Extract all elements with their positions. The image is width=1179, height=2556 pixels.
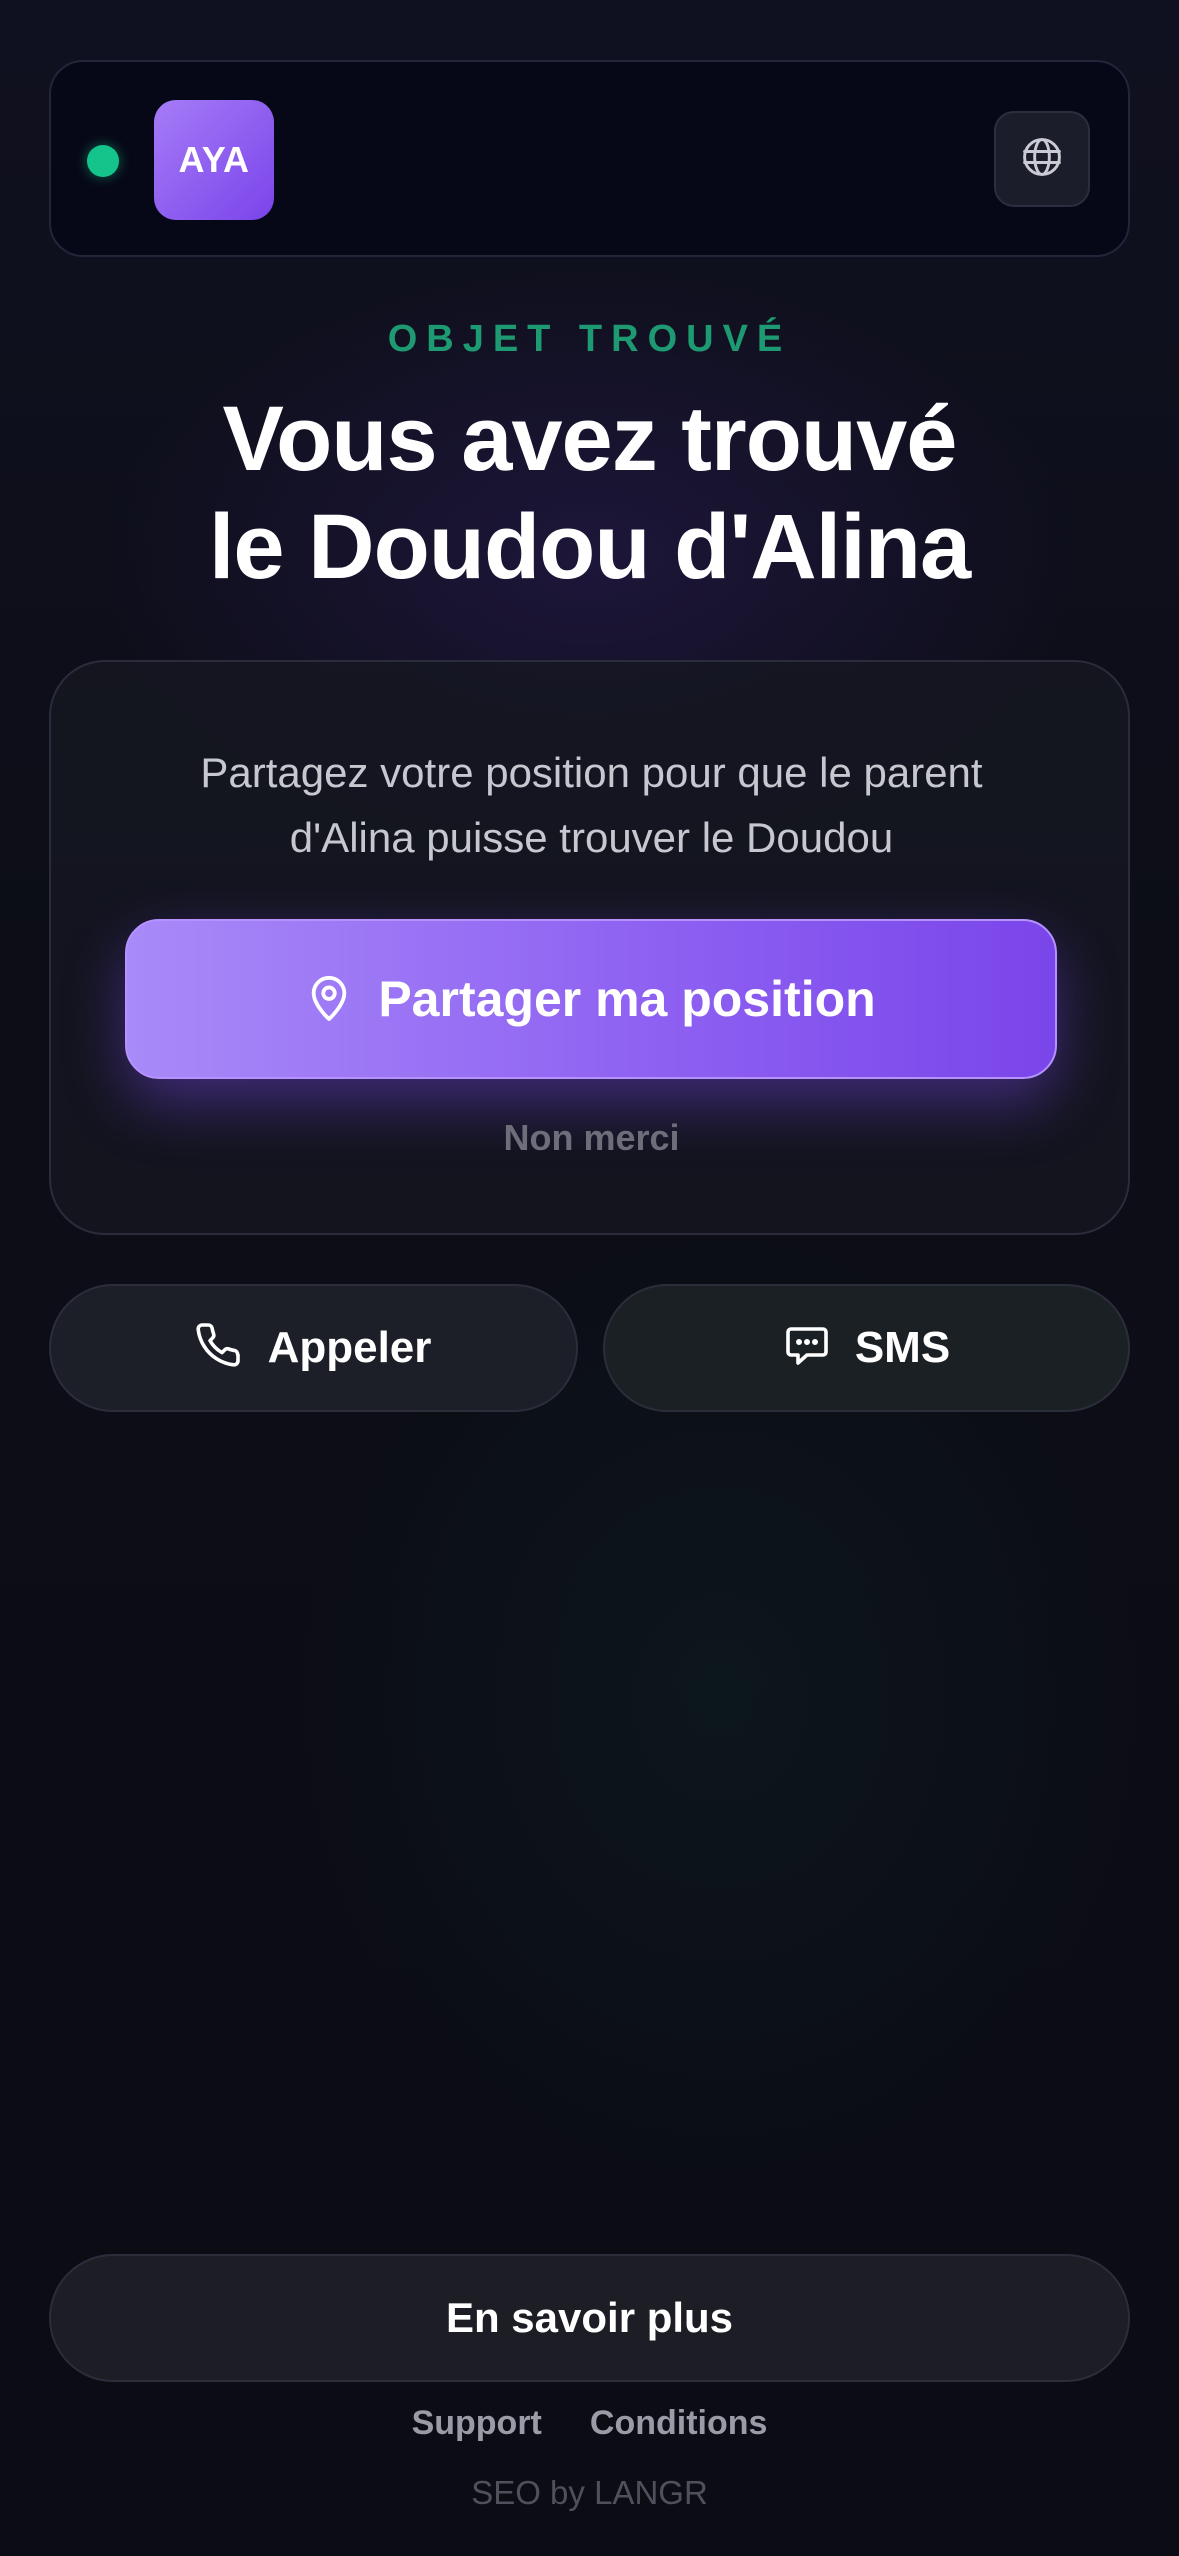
share-location-button[interactable]: Partager ma position	[125, 919, 1057, 1079]
title-line-1: Vous avez trouvé	[222, 388, 958, 490]
share-button-label: Partager ma position	[378, 971, 876, 1027]
share-description-line-1: Partagez votre position pour que le pare…	[200, 749, 983, 796]
conditions-link[interactable]: Conditions	[590, 2404, 768, 2443]
found-object-label: OBJET TROUVÉ	[387, 318, 792, 360]
language-button[interactable]	[994, 111, 1090, 207]
call-button[interactable]: Appeler	[49, 1284, 578, 1412]
share-description-line-2: d'Alina puisse trouver le Doudou	[289, 814, 894, 861]
decline-link[interactable]: Non merci	[51, 1117, 1132, 1159]
sms-button[interactable]: SMS	[603, 1284, 1130, 1412]
app-logo[interactable]: AYA	[154, 100, 274, 220]
call-button-label: Appeler	[267, 1323, 432, 1372]
status-indicator	[87, 145, 119, 177]
sms-button-label: SMS	[854, 1323, 951, 1372]
globe-icon	[1020, 135, 1064, 184]
header-bar: AYA	[49, 60, 1130, 257]
share-location-card: Partagez votre position pour que le pare…	[49, 660, 1130, 1235]
phone-icon	[195, 1322, 244, 1375]
support-link[interactable]: Support	[412, 2404, 542, 2443]
page: AYA OBJET TROUVÉ Vous avez trouvé le Dou…	[0, 0, 1179, 2556]
learn-more-button[interactable]: En savoir plus	[49, 2254, 1130, 2382]
share-description: Partagez votre position pour que le pare…	[111, 740, 1072, 870]
page-title: Vous avez trouvé le Doudou d'Alina	[0, 385, 1179, 601]
location-pin-icon	[306, 972, 352, 1027]
chat-bubble-icon	[783, 1322, 831, 1375]
title-line-2: le Doudou d'Alina	[208, 496, 971, 598]
credit-text: SEO by LANGR	[471, 2474, 708, 2511]
footer-links: Support Conditions	[0, 2404, 1179, 2443]
